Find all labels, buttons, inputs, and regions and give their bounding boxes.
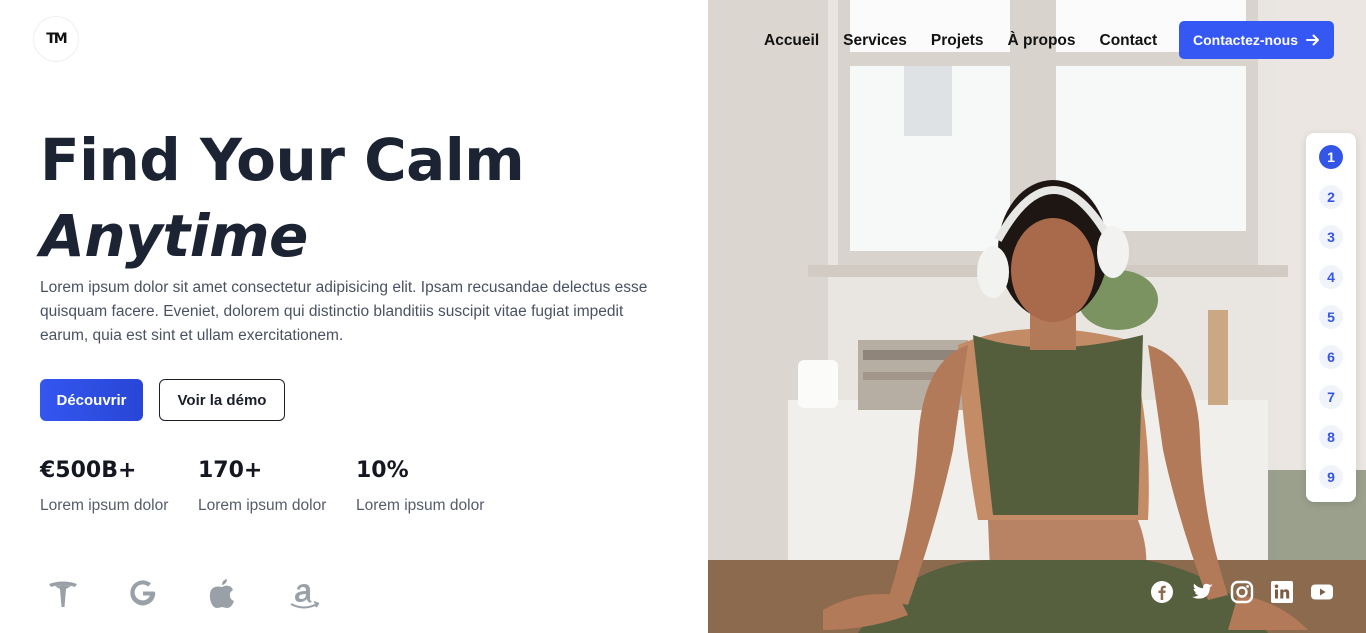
stat-value: 10%	[356, 458, 409, 483]
contact-cta-button[interactable]: Contactez-nous	[1179, 21, 1334, 59]
stats-row: €500B+ Lorem ipsum dolor 170+ Lorem ipsu…	[40, 458, 514, 515]
stat-item: €500B+ Lorem ipsum dolor	[40, 458, 198, 515]
hero-image	[708, 0, 1366, 633]
nav-item-a-propos[interactable]: À propos	[1007, 31, 1075, 51]
amazon-icon	[286, 575, 366, 611]
hero-left-panel: TM Find Your Calm Anytime Lorem ipsum do…	[0, 0, 708, 633]
page-dot-2[interactable]: 2	[1319, 185, 1343, 209]
nav-item-accueil[interactable]: Accueil	[764, 31, 819, 51]
nav-item-projets[interactable]: Projets	[931, 31, 984, 51]
arrow-right-icon	[1306, 34, 1319, 46]
hero-title: Find Your Calm Anytime	[40, 122, 525, 274]
demo-button[interactable]: Voir la démo	[159, 379, 285, 421]
nav-item-services[interactable]: Services	[843, 31, 907, 51]
hero-title-line1: Find Your Calm	[40, 126, 525, 194]
page-dot-7[interactable]: 7	[1319, 385, 1343, 409]
discover-button[interactable]: Découvrir	[40, 379, 143, 421]
stat-label: Lorem ipsum dolor	[40, 497, 169, 514]
stat-item: 170+ Lorem ipsum dolor	[198, 458, 356, 515]
apple-icon	[206, 575, 286, 611]
meditation-photo	[708, 0, 1366, 633]
facebook-icon[interactable]	[1150, 580, 1174, 604]
page-dot-1[interactable]: 1	[1319, 145, 1343, 169]
contact-cta-label: Contactez-nous	[1193, 32, 1298, 48]
page-dot-8[interactable]: 8	[1319, 425, 1343, 449]
hero-title-line2: Anytime	[40, 202, 308, 270]
page-dot-6[interactable]: 6	[1319, 345, 1343, 369]
brand-logos	[46, 575, 366, 611]
twitter-icon[interactable]	[1190, 580, 1214, 604]
stat-label: Lorem ipsum dolor	[356, 497, 485, 514]
tesla-icon	[46, 575, 126, 611]
google-icon	[126, 575, 206, 611]
logo[interactable]: TM	[33, 16, 79, 62]
page-dot-4[interactable]: 4	[1319, 265, 1343, 289]
page-indicator: 1 2 3 4 5 6 7 8 9	[1306, 133, 1356, 502]
logo-text: TM	[46, 31, 68, 47]
page-dot-9[interactable]: 9	[1319, 465, 1343, 489]
page-dot-3[interactable]: 3	[1319, 225, 1343, 249]
stat-value: 170+	[198, 458, 263, 483]
page-dot-5[interactable]: 5	[1319, 305, 1343, 329]
instagram-icon[interactable]	[1230, 580, 1254, 604]
stat-value: €500B+	[40, 458, 137, 483]
linkedin-icon[interactable]	[1270, 580, 1294, 604]
stat-label: Lorem ipsum dolor	[198, 497, 327, 514]
youtube-icon[interactable]	[1310, 580, 1334, 604]
hero-lead-text: Lorem ipsum dolor sit amet consectetur a…	[40, 279, 648, 344]
stat-item: 10% Lorem ipsum dolor	[356, 458, 514, 515]
nav-item-contact[interactable]: Contact	[1100, 31, 1158, 51]
main-nav: Accueil Services Projets À propos Contac…	[764, 31, 1157, 51]
